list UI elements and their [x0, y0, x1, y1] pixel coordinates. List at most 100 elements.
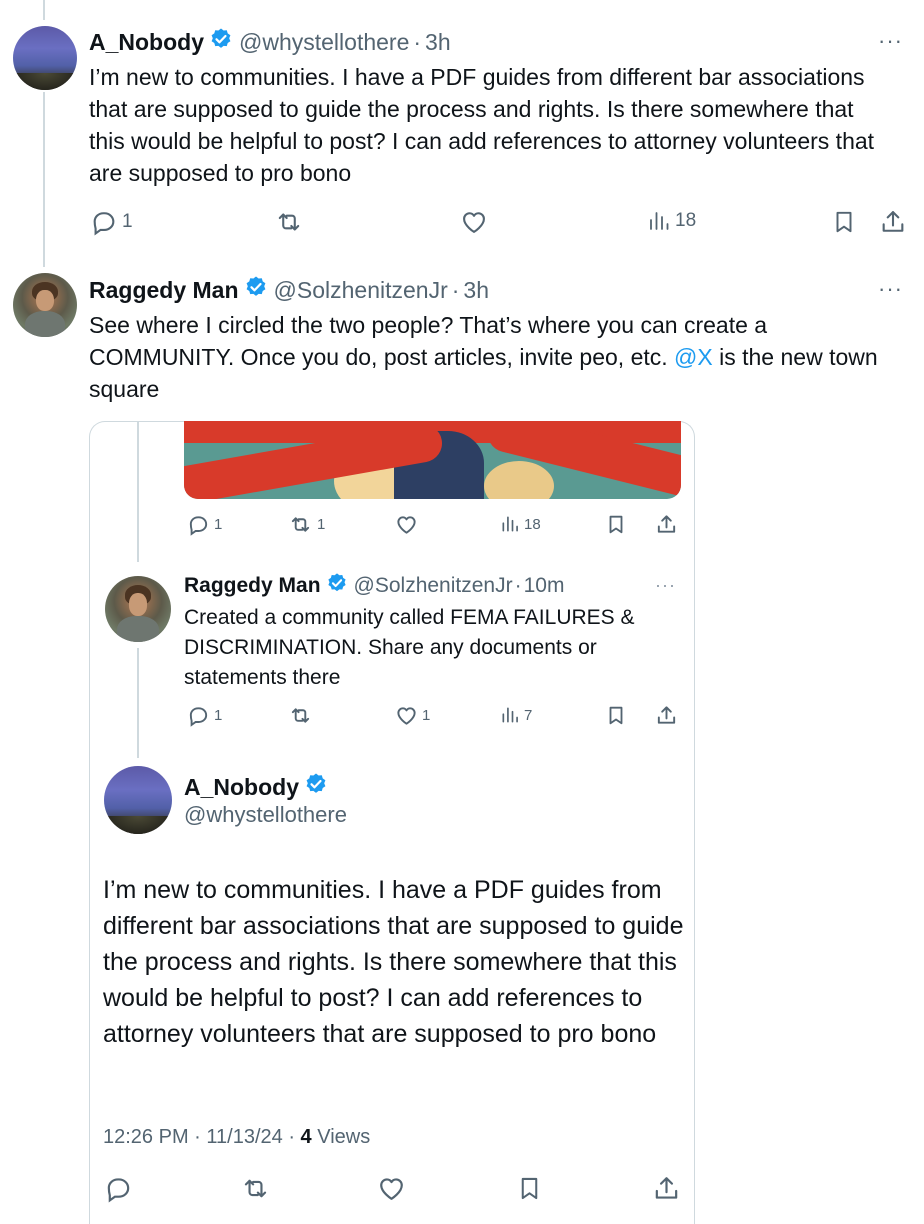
more-icon[interactable]: ··· — [878, 278, 903, 300]
like-button[interactable] — [395, 513, 418, 536]
timestamp[interactable]: 3h — [463, 277, 489, 304]
views-count: 4 — [300, 1126, 312, 1148]
repost-icon — [291, 708, 310, 723]
share-button[interactable] — [879, 208, 907, 236]
reply-header: Raggedy Man @SolzhenitzenJr · 10m — [184, 572, 564, 600]
author-handle[interactable]: @SolzhenitzenJr — [274, 277, 448, 304]
post-date[interactable]: 11/13/24 — [206, 1126, 282, 1148]
timestamp[interactable]: 3h — [425, 29, 451, 56]
main-header: A_Nobody — [184, 772, 328, 802]
thread-line-top — [43, 0, 45, 20]
repost-button[interactable]: 1 — [288, 513, 325, 536]
views-count: 18 — [524, 515, 541, 533]
separator-dot: · — [451, 276, 460, 303]
avatar[interactable] — [13, 273, 77, 337]
verified-badge-icon — [304, 772, 328, 802]
tweet-meta: 12:26 PM · 11/13/24 · 4 Views — [103, 1126, 370, 1149]
views-icon — [502, 516, 518, 532]
author-handle[interactable]: @whystellothere — [184, 802, 347, 828]
main-text: I’m new to communities. I have a PDF gui… — [103, 876, 684, 1048]
more-icon[interactable]: ··· — [878, 30, 903, 52]
reply-button[interactable] — [104, 1174, 133, 1203]
views-icon — [650, 212, 669, 230]
mention-link[interactable]: @X — [674, 344, 713, 370]
reply-button[interactable]: 1 — [90, 208, 133, 236]
heart-icon — [397, 707, 416, 725]
heart-icon — [397, 516, 416, 534]
repost-button[interactable] — [240, 1174, 271, 1203]
tweet1-header: A_Nobody @whystellothere · 3h — [89, 27, 451, 57]
share-icon — [657, 515, 676, 533]
avatar[interactable] — [13, 26, 77, 90]
media-image[interactable] — [184, 421, 681, 499]
author-name[interactable]: A_Nobody — [89, 29, 204, 56]
views-button[interactable]: 18 — [647, 208, 696, 234]
verified-badge-icon — [244, 275, 268, 305]
separator-dot: · — [514, 574, 522, 597]
reply-icon — [107, 1178, 130, 1203]
reply-count: 1 — [214, 516, 223, 533]
author-handle[interactable]: @SolzhenitzenJr — [354, 574, 513, 598]
author-handle[interactable]: @whystellothere — [239, 29, 409, 56]
views-button[interactable]: 7 — [500, 704, 532, 726]
bookmark-button[interactable] — [831, 208, 857, 236]
reply-icon — [93, 212, 115, 236]
repost-button[interactable] — [288, 704, 313, 727]
thread-line-inner — [137, 422, 139, 562]
reply-text: Created a community called FEMA FAILURES… — [184, 606, 635, 689]
repost-count: 1 — [317, 516, 326, 533]
reply-button[interactable]: 1 — [187, 513, 222, 536]
author-name[interactable]: Raggedy Man — [184, 574, 321, 598]
share-icon — [655, 1177, 678, 1199]
separator-dot: · — [194, 1126, 207, 1148]
views-count: 18 — [675, 210, 697, 231]
repost-button[interactable] — [274, 208, 304, 236]
bookmark-button[interactable] — [516, 1174, 543, 1203]
bookmark-icon — [609, 515, 623, 534]
like-button[interactable] — [460, 208, 488, 236]
reply-count: 1 — [122, 211, 133, 232]
thread-line-inner — [137, 648, 139, 758]
like-count: 1 — [422, 707, 431, 724]
share-button[interactable] — [652, 1174, 681, 1203]
more-icon[interactable]: ··· — [655, 576, 676, 594]
post-time[interactable]: 12:26 PM — [103, 1126, 189, 1148]
views-count: 7 — [524, 706, 533, 724]
views-label: Views — [317, 1126, 371, 1148]
like-button[interactable]: 1 — [395, 704, 430, 727]
share-button[interactable] — [655, 513, 678, 536]
views-icon — [502, 707, 518, 723]
tweet-text: See where I circled the two people? That… — [89, 309, 879, 405]
quoted-screenshot[interactable] — [89, 421, 695, 1224]
like-button[interactable] — [377, 1174, 406, 1203]
avatar[interactable] — [104, 766, 172, 834]
author-name[interactable]: Raggedy Man — [89, 277, 239, 304]
verified-badge-icon — [326, 572, 348, 600]
repost-icon — [244, 1179, 267, 1198]
bookmark-button[interactable] — [605, 513, 627, 536]
heart-icon — [380, 1178, 403, 1200]
author-name[interactable]: A_Nobody — [184, 774, 299, 801]
bookmark-icon — [836, 211, 852, 233]
reply-button[interactable]: 1 — [187, 704, 222, 727]
bookmark-button[interactable] — [605, 704, 627, 727]
views-button[interactable]: 18 — [500, 513, 541, 535]
verified-badge-icon — [209, 27, 233, 57]
bookmark-icon — [521, 1177, 538, 1200]
avatar[interactable] — [105, 576, 171, 642]
share-icon — [882, 211, 904, 232]
separator-dot: · — [288, 1126, 301, 1148]
bookmark-icon — [609, 706, 623, 725]
share-button[interactable] — [655, 704, 678, 727]
tweet-text: I’m new to communities. I have a PDF gui… — [89, 64, 875, 186]
tweet-text-part: See where I circled the two people? That… — [89, 312, 768, 370]
reply-count: 1 — [214, 707, 223, 724]
thread-line-connector — [43, 92, 45, 267]
reply-icon — [189, 516, 208, 536]
separator-dot: · — [413, 28, 422, 55]
reply-icon — [189, 707, 208, 727]
share-icon — [657, 706, 676, 724]
repost-icon — [278, 213, 300, 231]
tweet2-header: Raggedy Man @SolzhenitzenJr · 3h — [89, 275, 489, 305]
timestamp[interactable]: 10m — [524, 574, 565, 598]
